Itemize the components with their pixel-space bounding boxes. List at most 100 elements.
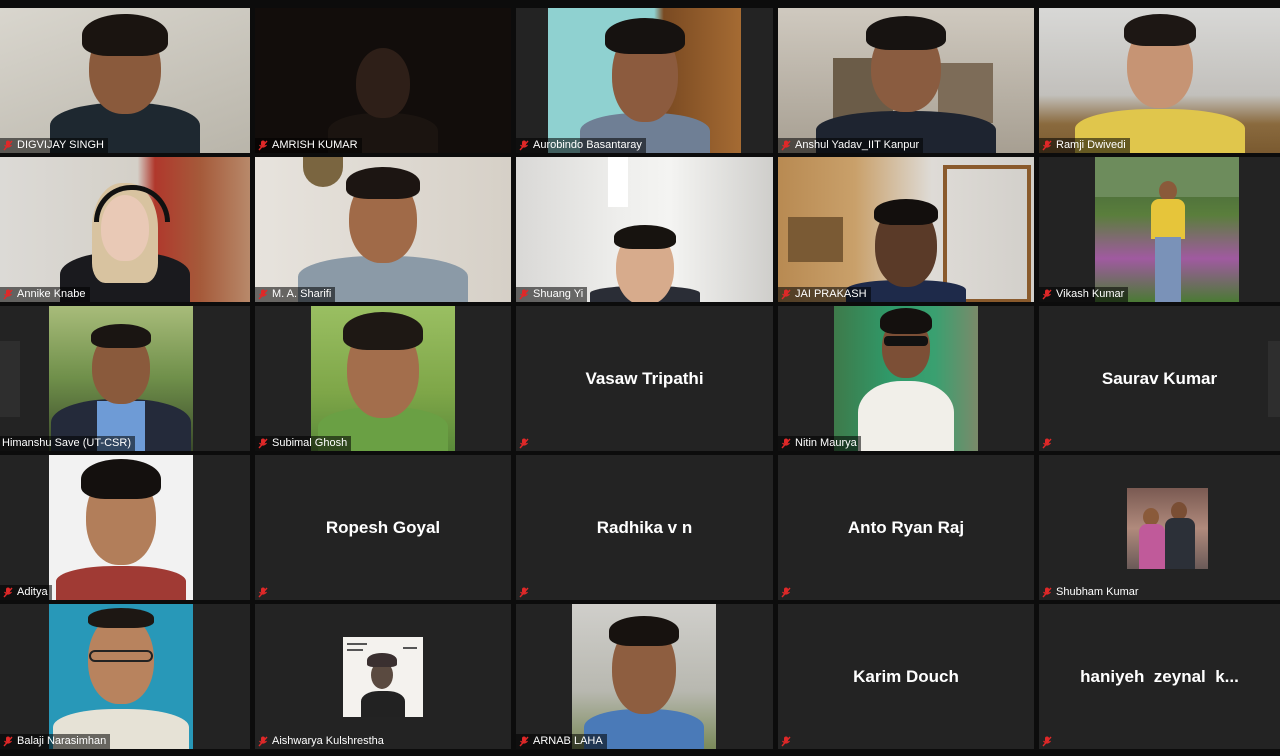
participant-name-tag: Annike Knabe xyxy=(0,287,90,302)
microphone-muted-icon xyxy=(2,585,14,600)
participant-name-tag: DIGVIJAY SINGH xyxy=(0,138,109,153)
participant-name-tag xyxy=(778,585,799,600)
microphone-muted-icon xyxy=(1041,734,1053,749)
video-tile-ramji-dwivedi[interactable]: Ramji Dwivedi xyxy=(1039,8,1280,153)
participant-name-tag: AMRISH KUMAR xyxy=(255,138,362,153)
participant-name-tag xyxy=(1039,734,1060,749)
microphone-muted-icon xyxy=(1041,287,1053,302)
microphone-muted-icon xyxy=(1041,138,1053,153)
participant-video xyxy=(778,157,1034,302)
participant-name-tag: Aditya xyxy=(0,585,52,600)
video-tile-shubham-kumar[interactable]: Shubham Kumar xyxy=(1039,455,1280,600)
participant-name: AMRISH KUMAR xyxy=(272,139,358,151)
microphone-muted-icon xyxy=(1041,436,1053,451)
participant-display-name: Saurav Kumar xyxy=(1101,368,1218,388)
next-page-arrow[interactable] xyxy=(1268,341,1280,417)
participant-name: Shuang Yi xyxy=(533,288,584,300)
microphone-muted-icon xyxy=(2,734,14,749)
video-tile-radhika-v-n[interactable]: Radhika v n xyxy=(516,455,773,600)
participant-display-name: haniyeh zeynal k... xyxy=(1080,666,1239,686)
microphone-muted-icon xyxy=(780,287,792,302)
microphone-muted-icon xyxy=(257,734,269,749)
video-tile-annike-knabe[interactable]: Annike Knabe xyxy=(0,157,250,302)
participant-name: JAI PRAKASH xyxy=(795,288,867,300)
participant-video xyxy=(572,604,716,749)
video-tile-subimal-ghosh[interactable]: Subimal Ghosh xyxy=(255,306,511,451)
participant-display-name: Vasaw Tripathi xyxy=(585,368,704,388)
participant-name: ARNAB LAHA xyxy=(533,735,603,747)
video-tile-vikash-kumar[interactable]: Vikash Kumar xyxy=(1039,157,1280,302)
participant-video xyxy=(49,455,193,600)
microphone-muted-icon xyxy=(518,585,530,600)
video-tile-ma-sharifi[interactable]: M. A. Sharifi xyxy=(255,157,511,302)
participant-video xyxy=(311,306,455,451)
participant-name-tag: Shubham Kumar xyxy=(1039,585,1143,600)
participant-name-tag: Himanshu Save (UT-CSR) xyxy=(0,436,135,451)
participant-video xyxy=(548,8,741,153)
video-tile-arnab-laha[interactable]: ARNAB LAHA xyxy=(516,604,773,749)
video-tile-ropesh-goyal[interactable]: Ropesh Goyal xyxy=(255,455,511,600)
participant-video xyxy=(0,8,250,153)
participant-name: Aishwarya Kulshrestha xyxy=(272,735,384,747)
video-tile-digvijay-singh[interactable]: DIGVIJAY SINGH xyxy=(0,8,250,153)
microphone-muted-icon xyxy=(780,436,792,451)
profile-picture xyxy=(343,637,423,717)
participant-video xyxy=(516,157,773,302)
participant-name-tag: M. A. Sharifi xyxy=(255,287,336,302)
microphone-muted-icon xyxy=(518,734,530,749)
participant-name: Vikash Kumar xyxy=(1056,288,1125,300)
participant-name-tag xyxy=(1039,436,1060,451)
participant-display-name: Karim Douch xyxy=(853,666,959,686)
video-tile-aditya[interactable]: Aditya xyxy=(0,455,250,600)
microphone-muted-icon xyxy=(257,585,269,600)
video-tile-anto-ryan-raj[interactable]: Anto Ryan Raj xyxy=(778,455,1034,600)
participant-name: Balaji Narasimhan xyxy=(17,735,107,747)
video-tile-anshul-yadav[interactable]: Anshul Yadav_IIT Kanpur xyxy=(778,8,1034,153)
participant-name-tag: Anshul Yadav_IIT Kanpur xyxy=(778,138,924,153)
video-tile-karim-douch[interactable]: Karim Douch xyxy=(778,604,1034,749)
participant-display-name: Ropesh Goyal xyxy=(325,517,441,537)
microphone-muted-icon xyxy=(780,734,792,749)
participant-name-tag: Ramji Dwivedi xyxy=(1039,138,1130,153)
participant-video xyxy=(1095,157,1239,302)
participant-name-tag: JAI PRAKASH xyxy=(778,287,871,302)
participant-name-tag: Balaji Narasimhan xyxy=(0,734,111,749)
microphone-muted-icon xyxy=(2,287,14,302)
video-tile-aishwarya-kulshrestha[interactable]: Aishwarya Kulshrestha xyxy=(255,604,511,749)
participant-name-tag xyxy=(516,436,537,451)
video-tile-aurobindo-basantaray[interactable]: Aurobindo Basantaray xyxy=(516,8,773,153)
participant-name: Anshul Yadav_IIT Kanpur xyxy=(795,139,920,151)
participant-name: M. A. Sharifi xyxy=(272,288,332,300)
video-tile-saurav-kumar[interactable]: Saurav Kumar xyxy=(1039,306,1280,451)
microphone-muted-icon xyxy=(518,287,530,302)
video-tile-himanshu-save[interactable]: Himanshu Save (UT-CSR) xyxy=(0,306,250,451)
participant-name: Annike Knabe xyxy=(17,288,86,300)
participant-name-tag xyxy=(778,734,799,749)
participant-name: Subimal Ghosh xyxy=(272,437,348,449)
participant-name: Aditya xyxy=(17,586,48,598)
video-tile-nitin-maurya[interactable]: Nitin Maurya xyxy=(778,306,1034,451)
participant-name-tag: ARNAB LAHA xyxy=(516,734,607,749)
participant-video xyxy=(778,8,1034,153)
participant-display-name: Radhika v n xyxy=(596,517,693,537)
participant-name-tag: Vikash Kumar xyxy=(1039,287,1129,302)
participant-name-tag: Aurobindo Basantaray xyxy=(516,138,646,153)
participant-name-tag: Nitin Maurya xyxy=(778,436,861,451)
participant-name: Shubham Kumar xyxy=(1056,586,1139,598)
video-tile-amrish-kumar[interactable]: AMRISH KUMAR xyxy=(255,8,511,153)
previous-page-arrow[interactable] xyxy=(0,341,20,417)
participant-name-tag xyxy=(516,585,537,600)
microphone-muted-icon xyxy=(257,287,269,302)
participant-video xyxy=(49,604,193,749)
participant-video xyxy=(255,8,511,153)
video-tile-balaji-narasimhan[interactable]: Balaji Narasimhan xyxy=(0,604,250,749)
microphone-muted-icon xyxy=(1041,585,1053,600)
video-tile-haniyeh-zeynal[interactable]: haniyeh zeynal k... xyxy=(1039,604,1280,749)
video-tile-shuang-yi[interactable]: Shuang Yi xyxy=(516,157,773,302)
participant-name: Nitin Maurya xyxy=(795,437,857,449)
participant-name: DIGVIJAY SINGH xyxy=(17,139,105,151)
video-tile-jai-prakash[interactable]: JAI PRAKASH xyxy=(778,157,1034,302)
microphone-muted-icon xyxy=(2,138,14,153)
participant-name: Aurobindo Basantaray xyxy=(533,139,642,151)
video-tile-vasaw-tripathi[interactable]: Vasaw Tripathi xyxy=(516,306,773,451)
